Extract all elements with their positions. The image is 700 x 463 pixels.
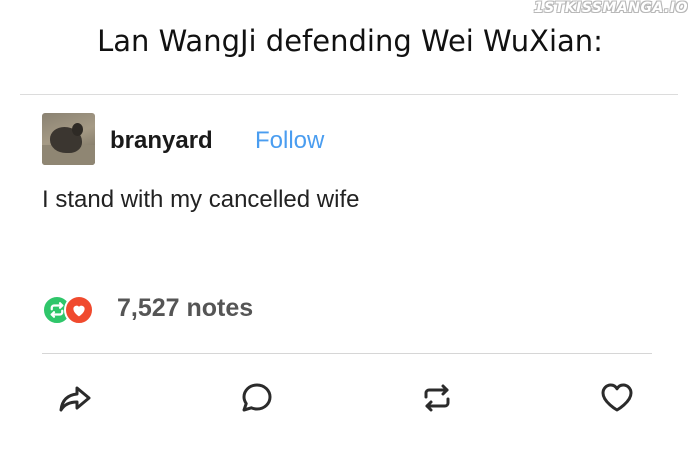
username[interactable]: branyard — [110, 127, 213, 155]
share-icon — [59, 386, 91, 412]
notes-count[interactable]: 7,527 notes — [117, 294, 253, 323]
divider-top — [20, 94, 678, 95]
divider-bottom — [42, 353, 652, 354]
like-button[interactable] — [598, 379, 636, 417]
heart-icon — [601, 383, 633, 412]
heart-badge-icon — [64, 295, 94, 325]
reply-button[interactable] — [238, 379, 276, 417]
follow-button[interactable]: Follow — [255, 127, 324, 155]
watermark: 1STKISSMANGA.IO — [533, 0, 688, 16]
reblog-button[interactable] — [418, 379, 456, 417]
avatar-animal-head — [72, 123, 83, 136]
reply-icon — [242, 383, 272, 412]
post-body: I stand with my cancelled wife — [42, 186, 360, 213]
reblog-icon — [424, 384, 450, 412]
meme-caption: Lan WangJi defending Wei WuXian: — [97, 24, 603, 58]
share-button[interactable] — [56, 379, 94, 417]
avatar[interactable] — [42, 113, 95, 165]
